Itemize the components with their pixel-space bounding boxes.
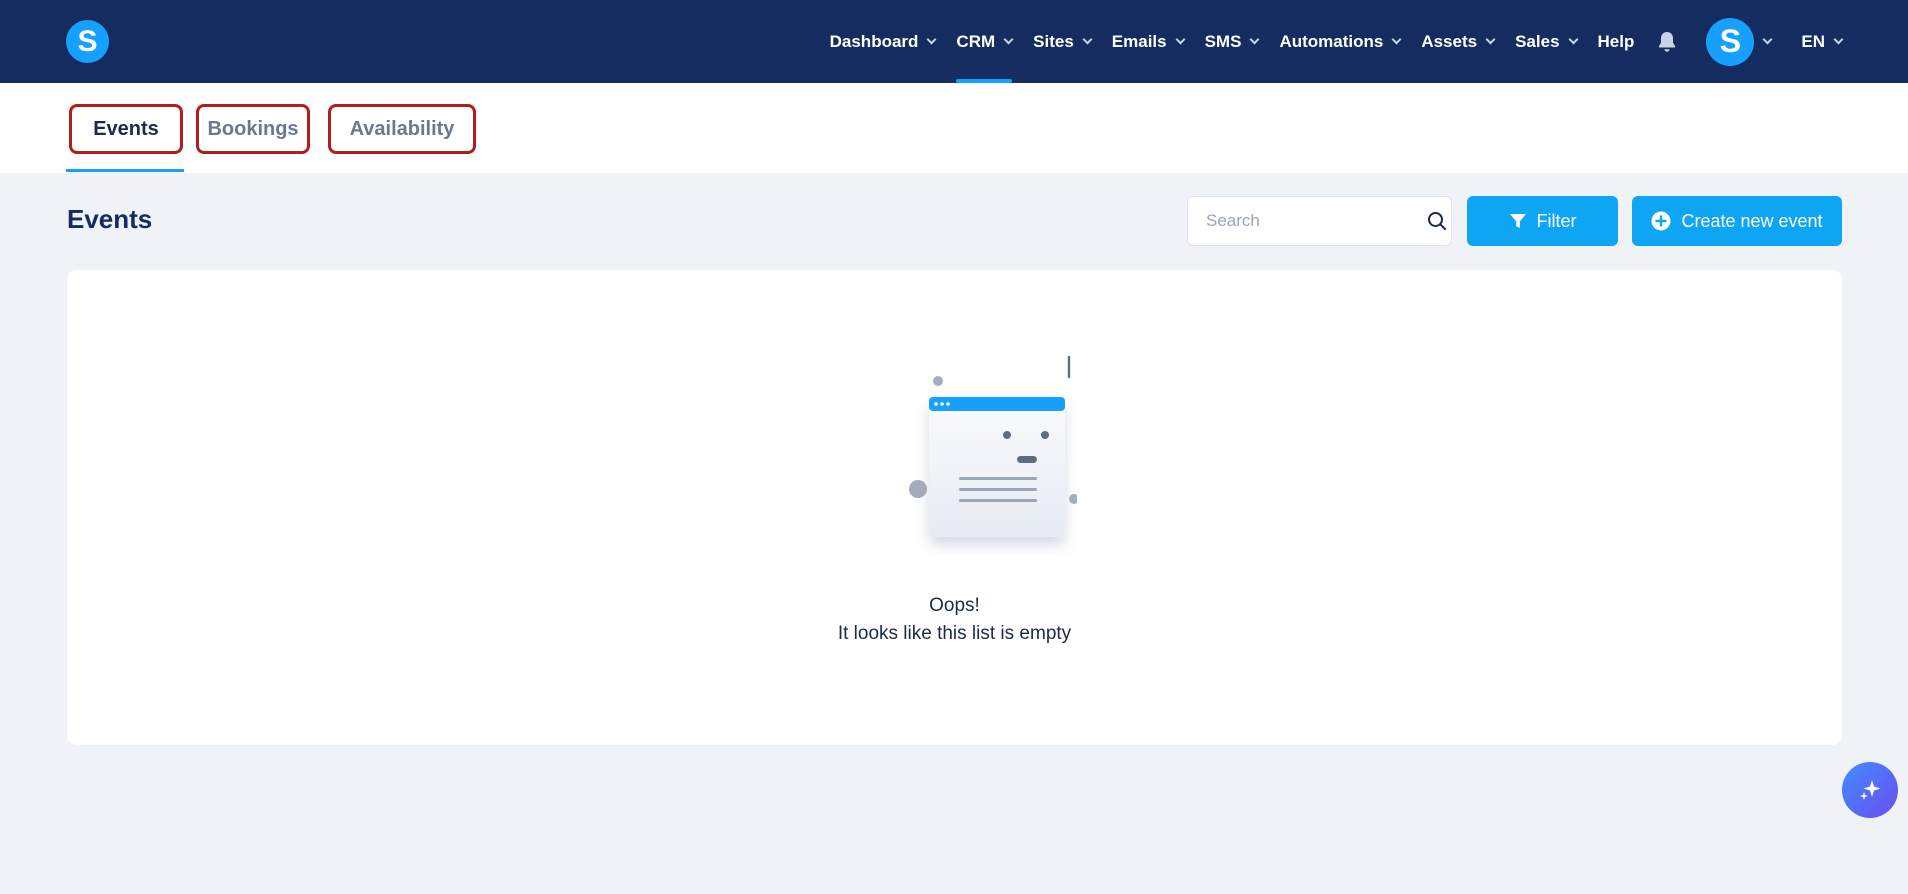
page-title: Events	[67, 204, 153, 234]
nav-item-label: Dashboard	[829, 31, 919, 51]
tab-label: Events	[93, 117, 159, 140]
search-box[interactable]	[1187, 196, 1452, 246]
nav-item-label: Automations	[1279, 31, 1384, 51]
avatar: S	[1706, 17, 1755, 66]
logo-letter: S	[77, 24, 98, 58]
nav-item-help[interactable]: Help	[1598, 0, 1635, 83]
user-menu[interactable]: S	[1706, 0, 1773, 83]
search-input[interactable]	[1206, 211, 1427, 231]
tab-label: Availability	[349, 117, 455, 140]
nav-item-automations[interactable]: Automations	[1279, 0, 1402, 83]
tab-availability[interactable]: Availability	[328, 104, 476, 154]
nav-item-dashboard[interactable]: Dashboard	[829, 0, 937, 83]
main-nav: Dashboard CRM Sites Emails SMS Automatio…	[829, 0, 1844, 83]
chevron-down-icon	[1249, 34, 1260, 44]
nav-item-label: CRM	[956, 31, 996, 51]
chevron-down-icon	[1833, 34, 1844, 44]
nav-item-label: Help	[1597, 31, 1635, 51]
nav-item-sms[interactable]: SMS	[1204, 0, 1260, 83]
chevron-down-icon	[1175, 34, 1186, 44]
sparkle-icon	[1856, 776, 1884, 804]
bell-icon[interactable]	[1656, 31, 1678, 53]
nav-item-label: Sales	[1515, 31, 1560, 51]
nav-item-label: Assets	[1421, 31, 1478, 51]
create-new-event-button[interactable]: Create new event	[1632, 196, 1842, 246]
nav-item-assets[interactable]: Assets	[1421, 0, 1496, 83]
nav-item-label: Sites	[1033, 31, 1074, 51]
events-list-card: Oops! It looks like this list is empty	[67, 270, 1842, 745]
language-label: EN	[1801, 31, 1825, 51]
plus-circle-icon	[1651, 211, 1671, 231]
nav-item-crm[interactable]: CRM	[956, 0, 1014, 83]
empty-state-subtitle: It looks like this list is empty	[837, 623, 1072, 644]
nav-item-emails[interactable]: Emails	[1111, 0, 1186, 83]
chevron-down-icon	[926, 34, 937, 44]
tab-label: Bookings	[207, 117, 299, 140]
active-tab-indicator	[66, 169, 184, 172]
create-button-label: Create new event	[1681, 210, 1823, 231]
nav-item-sites[interactable]: Sites	[1033, 0, 1093, 83]
chevron-down-icon	[1003, 34, 1014, 44]
tab-bookings[interactable]: Bookings	[196, 104, 310, 154]
search-icon[interactable]	[1427, 211, 1447, 231]
sub-tabs-bar: Events Bookings Availability	[0, 83, 1908, 173]
nav-item-sales[interactable]: Sales	[1515, 0, 1578, 83]
language-selector[interactable]: EN	[1801, 0, 1844, 83]
filter-button-label: Filter	[1536, 210, 1577, 231]
nav-item-label: SMS	[1204, 31, 1242, 51]
ai-assistant-button[interactable]	[1842, 762, 1898, 818]
nav-item-label: Emails	[1111, 31, 1167, 51]
chevron-down-icon	[1485, 34, 1496, 44]
tab-events[interactable]: Events	[69, 104, 183, 154]
filter-button[interactable]: Filter	[1467, 196, 1618, 246]
chevron-down-icon	[1568, 34, 1578, 44]
empty-list-illustration	[837, 355, 1103, 555]
empty-state-title: Oops!	[929, 595, 980, 616]
top-navbar: S Dashboard CRM Sites Emails SMS Automat…	[0, 0, 1908, 83]
chevron-down-icon	[1762, 34, 1773, 44]
app-logo[interactable]: S	[66, 20, 109, 63]
chevron-down-icon	[1082, 34, 1093, 44]
avatar-letter: S	[1719, 23, 1742, 59]
chevron-down-icon	[1391, 34, 1402, 44]
filter-icon	[1509, 212, 1527, 230]
